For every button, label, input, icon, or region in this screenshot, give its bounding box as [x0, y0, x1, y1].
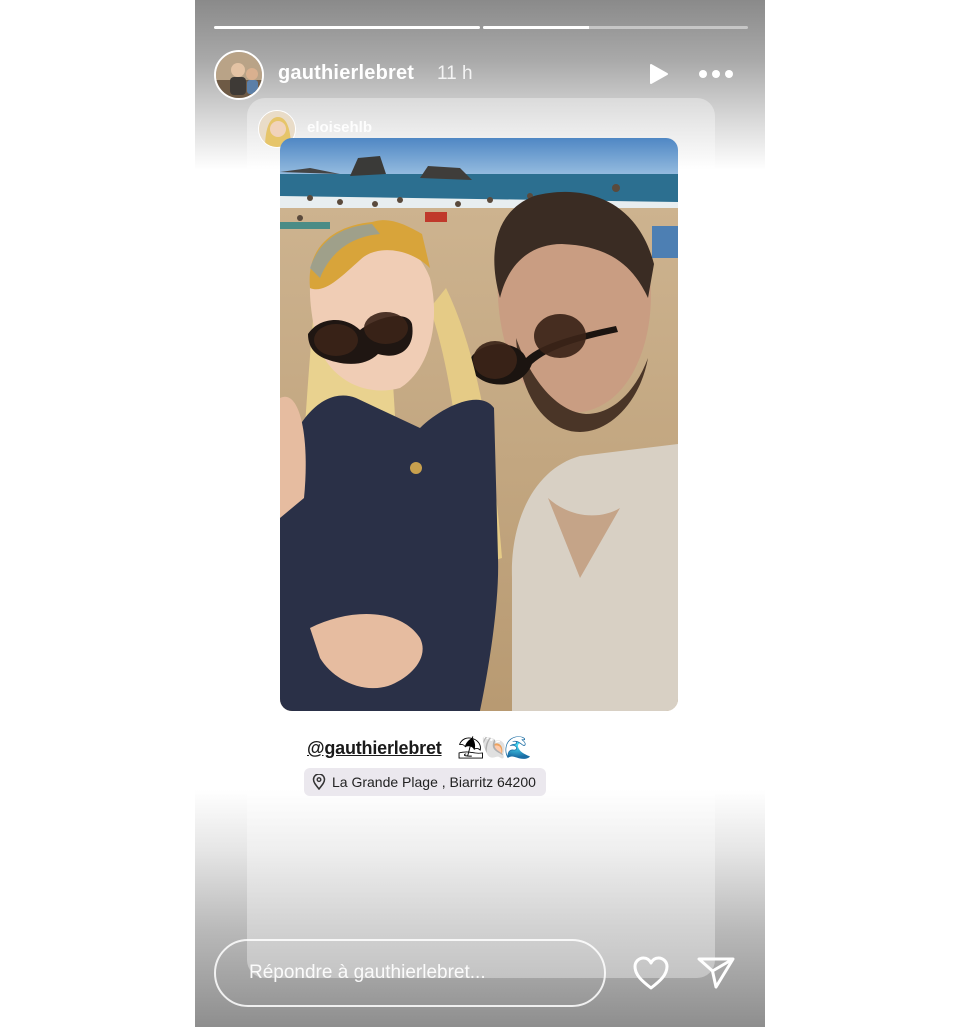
heart-icon[interactable] [632, 955, 670, 991]
story-viewer[interactable]: gauthierlebret 11 h eloisehlb @gauthierl… [195, 0, 765, 1027]
author-username[interactable]: gauthierlebret [278, 62, 414, 85]
reply-placeholder: Répondre à gauthierlebret... [249, 962, 486, 983]
story-progress-1-fill [214, 26, 480, 29]
location-sticker[interactable]: La Grande Plage , Biarritz 64200 [304, 768, 546, 796]
mention-tag[interactable]: @gauthierlebret [307, 738, 442, 759]
play-icon[interactable] [646, 62, 670, 86]
story-photo [280, 138, 678, 711]
story-progress-2-fill [483, 26, 589, 29]
author-avatar[interactable] [214, 50, 264, 100]
location-pin-icon [312, 774, 326, 790]
story-progress-2 [483, 26, 748, 29]
story-timestamp: 11 h [437, 63, 473, 84]
reply-input[interactable]: Répondre à gauthierlebret... [214, 939, 606, 1007]
shared-author-username[interactable]: eloisehlb [307, 119, 372, 136]
send-icon[interactable] [697, 956, 735, 990]
story-progress-1 [214, 26, 480, 29]
location-label: La Grande Plage , Biarritz 64200 [332, 774, 536, 790]
more-icon[interactable] [698, 66, 734, 82]
beach-emoji: ⛱🐚🌊 [457, 735, 532, 760]
